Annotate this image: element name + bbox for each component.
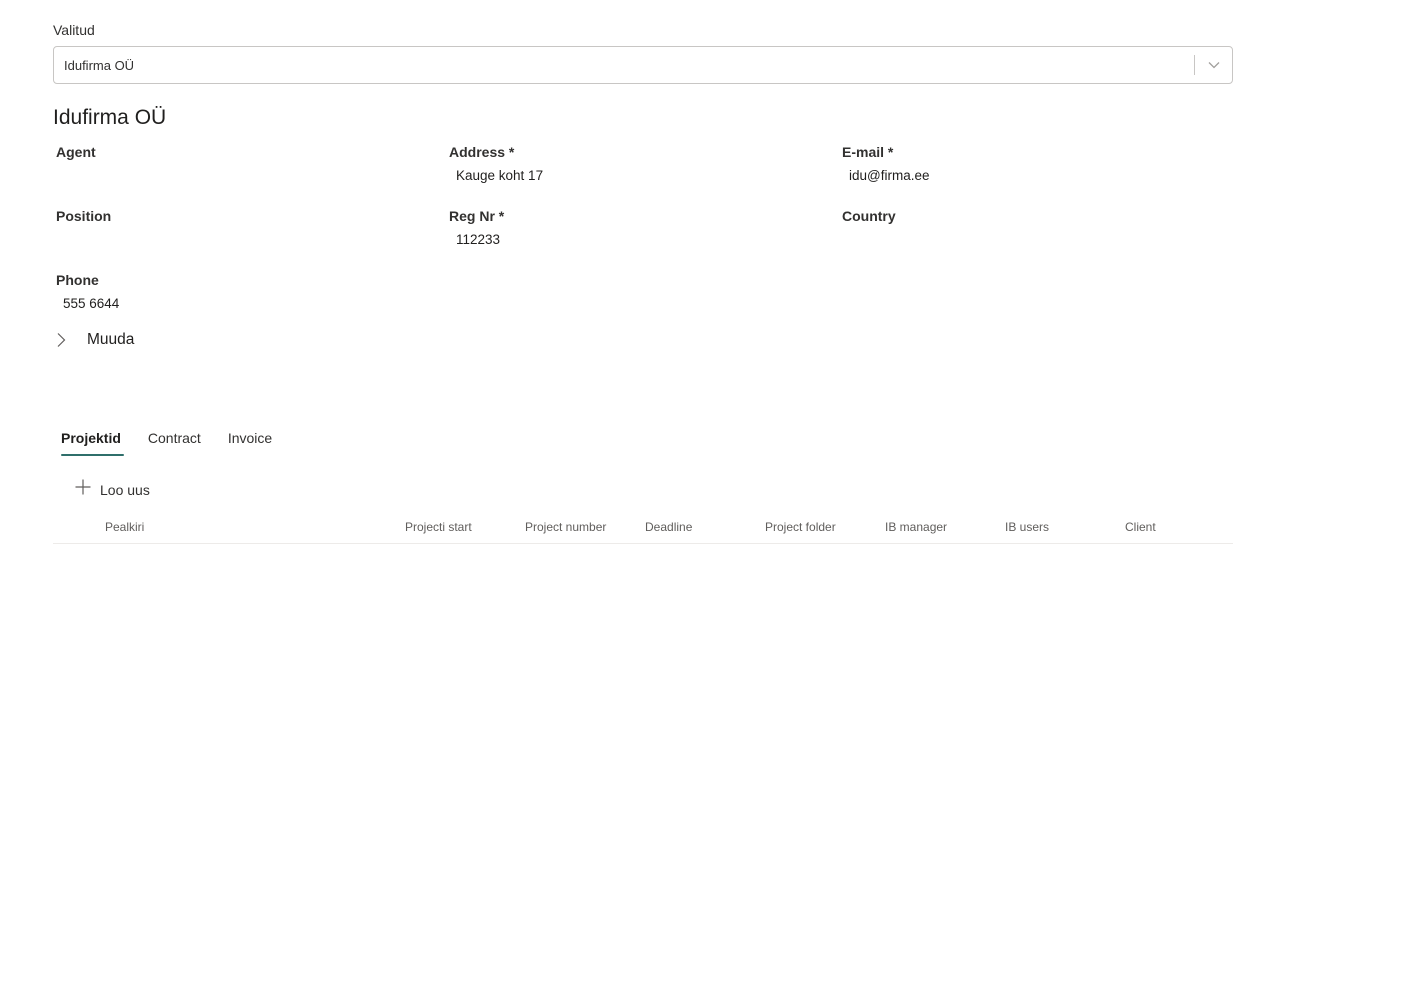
column-header-ib-manager[interactable]: IB manager xyxy=(885,520,947,534)
column-header-deadline[interactable]: Deadline xyxy=(645,520,692,534)
field-value[interactable]: 555 6644 xyxy=(56,296,119,311)
column-header-project-number[interactable]: Project number xyxy=(525,520,606,534)
plus-icon xyxy=(74,478,92,501)
new-button-label: Loo uus xyxy=(100,481,150,498)
column-header-ib-users[interactable]: IB users xyxy=(1005,520,1049,534)
field-country: Country xyxy=(842,208,896,232)
field-agent: Agent xyxy=(56,144,96,168)
field-label: Reg Nr * xyxy=(449,208,505,224)
chevron-down-icon[interactable] xyxy=(1195,47,1232,83)
muuda-expander[interactable]: Muuda xyxy=(53,330,134,350)
tab-invoice[interactable]: Invoice xyxy=(228,428,272,456)
tab-projektid[interactable]: Projektid xyxy=(61,428,124,456)
column-header-pealkiri[interactable]: Pealkiri xyxy=(105,520,144,534)
field-email: E-mail * idu@firma.ee xyxy=(842,144,930,183)
grid-header: Pealkiri Projecti start Project number D… xyxy=(53,512,1233,544)
record-title: Idufirma OÜ xyxy=(53,106,167,129)
record-selector[interactable]: Idufirma OÜ xyxy=(53,46,1233,84)
field-phone: Phone 555 6644 xyxy=(56,272,119,311)
field-label: Phone xyxy=(56,272,99,288)
column-header-projecti-start[interactable]: Projecti start xyxy=(405,520,472,534)
field-value[interactable]: Kauge koht 17 xyxy=(449,168,543,183)
tab-contract[interactable]: Contract xyxy=(148,428,201,456)
new-project-button[interactable]: Loo uus xyxy=(74,478,150,501)
column-header-project-folder[interactable]: Project folder xyxy=(765,520,836,534)
chevron-right-icon[interactable] xyxy=(53,330,69,350)
column-header-client[interactable]: Client xyxy=(1125,520,1156,534)
field-regnr: Reg Nr * 112233 xyxy=(449,208,504,247)
field-value[interactable]: 112233 xyxy=(449,232,504,247)
field-position: Position xyxy=(56,208,111,232)
expander-label: Muuda xyxy=(87,331,135,348)
selector-label: Valitud xyxy=(53,22,95,38)
selector-value: Idufirma OÜ xyxy=(64,57,135,73)
field-address: Address * Kauge koht 17 xyxy=(449,144,543,183)
field-value[interactable]: idu@firma.ee xyxy=(842,168,930,183)
tab-list: Projektid Contract Invoice xyxy=(61,428,299,456)
field-label: Country xyxy=(842,208,896,224)
field-label: E-mail * xyxy=(842,144,894,160)
field-label: Address * xyxy=(449,144,515,160)
field-label: Agent xyxy=(56,144,96,160)
field-label: Position xyxy=(56,208,112,224)
